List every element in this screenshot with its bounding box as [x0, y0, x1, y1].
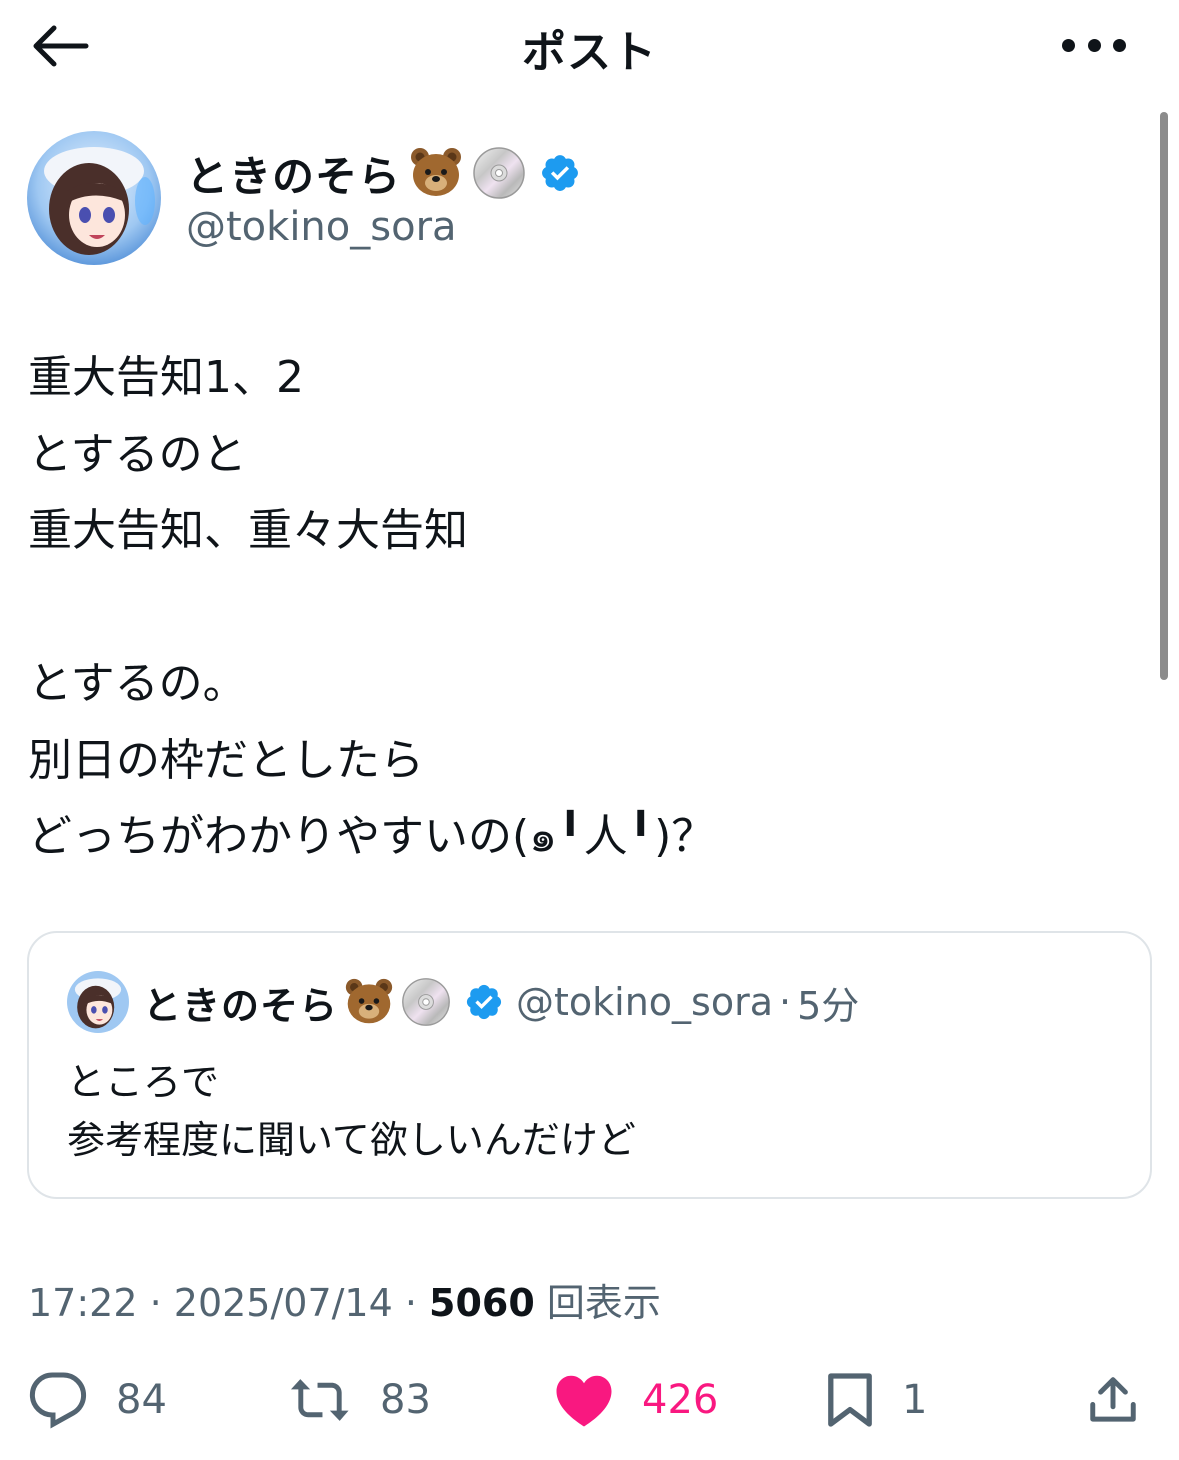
quote-separator: ·	[779, 980, 792, 1024]
reply-button[interactable]: 84	[28, 1360, 167, 1440]
quote-handle: @tokino_sora	[516, 980, 774, 1024]
post-text-line	[28, 570, 1128, 647]
post-text-line: 重大告知1、2	[28, 352, 304, 403]
more-options-button[interactable]	[1062, 28, 1126, 62]
avatar[interactable]	[27, 131, 161, 265]
reply-icon	[29, 1372, 87, 1429]
repost-count: 83	[380, 1377, 431, 1423]
repost-button[interactable]: 83	[288, 1360, 431, 1440]
bear-face-icon	[345, 978, 393, 1024]
quote-timestamp: 5分	[797, 983, 860, 1028]
reply-count: 84	[116, 1377, 167, 1423]
repost-icon	[290, 1379, 349, 1421]
post-meta: 17:22 · 2025/07/14 · 5060 回表示	[28, 1272, 661, 1327]
like-count: 426	[642, 1377, 719, 1423]
bookmark-count: 1	[902, 1377, 928, 1423]
top-bar: ポスト	[0, 0, 1179, 92]
post-text-line: どっちがわかりやすいの(๑╹人╹)？	[28, 811, 716, 862]
more-dot	[1087, 38, 1101, 52]
post-time: 17:22	[28, 1281, 138, 1325]
share-icon	[1090, 1377, 1136, 1422]
bookmark-icon	[828, 1373, 872, 1427]
author-name-row[interactable]: ときのそら	[186, 143, 581, 203]
share-button[interactable]	[1086, 1360, 1140, 1440]
post-detail-screen: ポスト ときのそら @tokino_sora 重大告知1、2 とするのと 重大告…	[0, 0, 1179, 1460]
verified-badge-icon[interactable]	[539, 152, 581, 194]
post-text: 重大告知1、2 とするのと 重大告知、重々大告知 とするの。 別日の枠だとしたら…	[28, 340, 1128, 876]
like-button[interactable]: 426	[554, 1360, 718, 1440]
heart-filled-icon	[556, 1375, 612, 1427]
avatar-image	[27, 131, 161, 265]
quote-text-line: 参考程度に聞いて欲しいんだけど	[67, 1118, 636, 1162]
quote-text-line: ところで	[67, 1060, 220, 1104]
meta-separator: ·	[392, 1281, 430, 1325]
optical-disc-icon	[473, 147, 525, 199]
quote-avatar-image	[67, 971, 129, 1033]
quote-header: ときのそら @tokino_sora · 5分	[143, 973, 859, 1031]
quote-avatar[interactable]	[67, 971, 129, 1033]
author-handle[interactable]: @tokino_sora	[186, 204, 457, 250]
bookmark-button[interactable]: 1	[826, 1360, 927, 1440]
quoted-post-card[interactable]: ときのそら @tokino_sora · 5分 ところで 参考程度に聞いて欲しい…	[27, 931, 1152, 1199]
more-dot	[1062, 38, 1075, 52]
quote-text: ところで 参考程度に聞いて欲しいんだけど	[67, 1053, 636, 1169]
verified-badge-icon	[466, 984, 502, 1020]
post-text-line: とするの。	[28, 658, 247, 709]
action-bar: 84 83 426 1	[0, 1360, 1179, 1440]
page-title: ポスト	[522, 27, 657, 78]
optical-disc-icon	[402, 978, 450, 1026]
post-text-line: 別日の枠だとしたら	[28, 734, 424, 786]
scrollbar[interactable]	[1160, 112, 1168, 680]
view-count[interactable]: 5060	[429, 1281, 535, 1325]
meta-separator: ·	[137, 1281, 174, 1325]
view-label: 回表示	[534, 1281, 661, 1325]
more-dot	[1113, 38, 1126, 52]
author-display-name[interactable]: ときのそら	[186, 143, 401, 204]
post-text-line: 重大告知、重々大告知	[28, 505, 468, 556]
post-text-line: とするのと	[28, 428, 247, 480]
bear-face-icon	[411, 148, 462, 196]
quote-display-name: ときのそら	[143, 983, 339, 1028]
post-date: 2025/07/14	[173, 1281, 393, 1325]
